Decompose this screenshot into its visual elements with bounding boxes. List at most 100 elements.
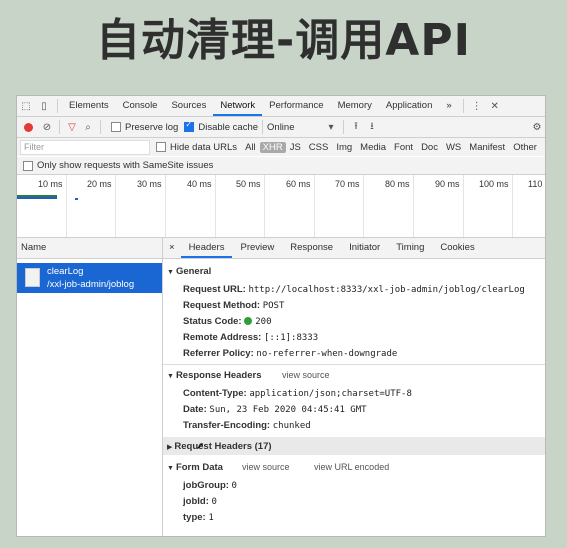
- tab-memory[interactable]: Memory: [331, 96, 379, 116]
- timeline-overview[interactable]: 10 ms 20 ms 30 ms 40 ms 50 ms 60 ms 70 m…: [17, 175, 545, 238]
- hide-data-urls-label: Hide data URLs: [170, 141, 238, 153]
- throttle-select[interactable]: Online: [267, 122, 323, 133]
- status-dot-icon: [244, 317, 253, 325]
- preserve-log-checkbox[interactable]: [111, 122, 121, 132]
- tab-sources[interactable]: Sources: [164, 96, 213, 116]
- chevron-down-icon[interactable]: ▾: [323, 122, 339, 133]
- request-url-row: Request URL: http://localhost:8333/xxl-j…: [183, 284, 525, 295]
- section-title: Request Headers (17): [174, 441, 272, 452]
- inspect-element-icon[interactable]: ⬚: [17, 101, 35, 112]
- tab-elements[interactable]: Elements: [62, 96, 116, 116]
- name-column-header[interactable]: Name: [17, 238, 162, 259]
- referrer-policy-row: Referrer Policy: no-referrer-when-downgr…: [183, 348, 398, 359]
- timeline-tick: 20 ms: [87, 179, 112, 189]
- tab-console[interactable]: Console: [116, 96, 165, 116]
- kebab-menu-icon[interactable]: ⋮: [468, 101, 486, 112]
- section-title: Response Headers: [175, 370, 262, 381]
- devtools-window: ⬚ ▯ Elements Console Sources Network Per…: [16, 95, 546, 537]
- timeline-tick: 110: [528, 179, 543, 189]
- request-list: Name clearLog /xxl-job-admin/joblog: [17, 238, 163, 536]
- grid-line: [314, 175, 315, 237]
- disable-cache-checkbox[interactable]: [184, 120, 195, 132]
- tab-preview[interactable]: Preview: [232, 238, 282, 258]
- triangle-right-icon: ▶: [167, 444, 173, 451]
- grid-line: [66, 175, 67, 237]
- general-section-header[interactable]: ▼ General: [167, 266, 211, 277]
- filter-type-xhr[interactable]: XHR: [259, 141, 286, 153]
- divider: [163, 364, 545, 365]
- response-headers-section-header[interactable]: ▼ Response Headers view source: [167, 370, 537, 381]
- content-type-row: Content-Type: application/json;charset=U…: [183, 388, 412, 399]
- divider: [343, 120, 345, 134]
- timeline-tick: 60 ms: [286, 179, 311, 189]
- view-url-encoded-link[interactable]: view URL encoded: [314, 462, 389, 472]
- section-title: General: [175, 266, 212, 277]
- tab-cookies[interactable]: Cookies: [432, 238, 482, 258]
- document-icon: [25, 268, 40, 287]
- form-field-row: jobId: 0: [183, 496, 217, 507]
- triangle-down-icon: ▼: [167, 373, 174, 380]
- disable-cache-label: Disable cache: [198, 121, 259, 133]
- tab-application[interactable]: Application: [379, 96, 439, 116]
- timeline-bar: [75, 198, 78, 200]
- devtools-tabbar: ⬚ ▯ Elements Console Sources Network Per…: [17, 96, 545, 117]
- tab-network[interactable]: Network: [213, 96, 263, 116]
- filter-type-doc[interactable]: Doc: [417, 142, 442, 153]
- timeline-tick: 100 ms: [479, 179, 509, 189]
- filter-type-other[interactable]: Other: [509, 142, 541, 153]
- record-icon[interactable]: [24, 122, 33, 132]
- network-toolbar: ⊘ ▽ ⌕ Preserve log Disable cache Online …: [17, 117, 545, 138]
- section-title: Form Data: [175, 462, 223, 473]
- search-icon[interactable]: ⌕: [80, 122, 96, 133]
- tab-response[interactable]: Response: [282, 238, 341, 258]
- request-details: × Headers Preview Response Initiator Tim…: [163, 238, 545, 536]
- view-source-link[interactable]: view source: [282, 370, 330, 380]
- triangle-down-icon: ▼: [167, 465, 174, 472]
- filter-type-css[interactable]: CSS: [305, 142, 333, 153]
- view-source-link[interactable]: view source: [242, 462, 290, 472]
- request-row-selected[interactable]: clearLog /xxl-job-admin/joblog: [17, 263, 162, 293]
- tab-initiator[interactable]: Initiator: [341, 238, 388, 258]
- filter-type-img[interactable]: Img: [332, 142, 356, 153]
- export-har-icon[interactable]: ⭳: [364, 119, 380, 136]
- close-details-icon[interactable]: ×: [163, 238, 181, 258]
- filter-type-font[interactable]: Font: [390, 142, 417, 153]
- timeline-tick: 90 ms: [435, 179, 460, 189]
- timeline-tick: 40 ms: [187, 179, 212, 189]
- device-toolbar-icon[interactable]: ▯: [35, 101, 53, 112]
- timeline-tick: 30 ms: [137, 179, 162, 189]
- form-data-section-header[interactable]: ▼ Form Data view source view URL encoded: [167, 462, 537, 473]
- preserve-log-label: Preserve log: [125, 121, 179, 133]
- filter-type-media[interactable]: Media: [356, 142, 390, 153]
- tab-performance[interactable]: Performance: [262, 96, 330, 116]
- timeline-tick: 10 ms: [38, 179, 63, 189]
- request-headers-section-header[interactable]: ▶ Request Headers (17) ➚: [163, 437, 545, 455]
- request-path: /xxl-job-admin/joblog: [47, 279, 135, 290]
- filter-input[interactable]: Filter: [20, 139, 150, 155]
- request-name: clearLog: [47, 266, 84, 277]
- grid-line: [115, 175, 116, 237]
- grid-line: [264, 175, 265, 237]
- clear-icon[interactable]: ⊘: [39, 122, 55, 133]
- mouse-cursor-icon: ➚: [196, 441, 205, 452]
- status-code-row: Status Code: 200: [183, 316, 272, 327]
- settings-gear-icon[interactable]: ⚙: [529, 122, 545, 133]
- samesite-checkbox[interactable]: [23, 160, 33, 171]
- filter-type-all[interactable]: All: [241, 142, 260, 153]
- samesite-row: Only show requests with SameSite issues: [17, 157, 545, 175]
- divider: [262, 120, 264, 134]
- more-tabs-button[interactable]: »: [439, 96, 458, 116]
- grid-line: [215, 175, 216, 237]
- close-devtools-icon[interactable]: ✕: [486, 101, 504, 112]
- filter-type-js[interactable]: JS: [286, 142, 305, 153]
- tab-headers[interactable]: Headers: [180, 238, 233, 258]
- slide-title: 自动清理-调用API: [96, 15, 471, 66]
- filter-type-ws[interactable]: WS: [442, 142, 465, 153]
- tab-timing[interactable]: Timing: [388, 238, 432, 258]
- filter-bar: Filter Hide data URLs All XHR JS CSS Img…: [17, 138, 545, 156]
- hide-data-urls-checkbox[interactable]: [156, 142, 166, 152]
- import-har-icon[interactable]: ⭱: [348, 119, 364, 136]
- filter-icon[interactable]: ▽: [64, 122, 80, 133]
- filter-type-manifest[interactable]: Manifest: [465, 142, 509, 153]
- grid-line: [463, 175, 464, 237]
